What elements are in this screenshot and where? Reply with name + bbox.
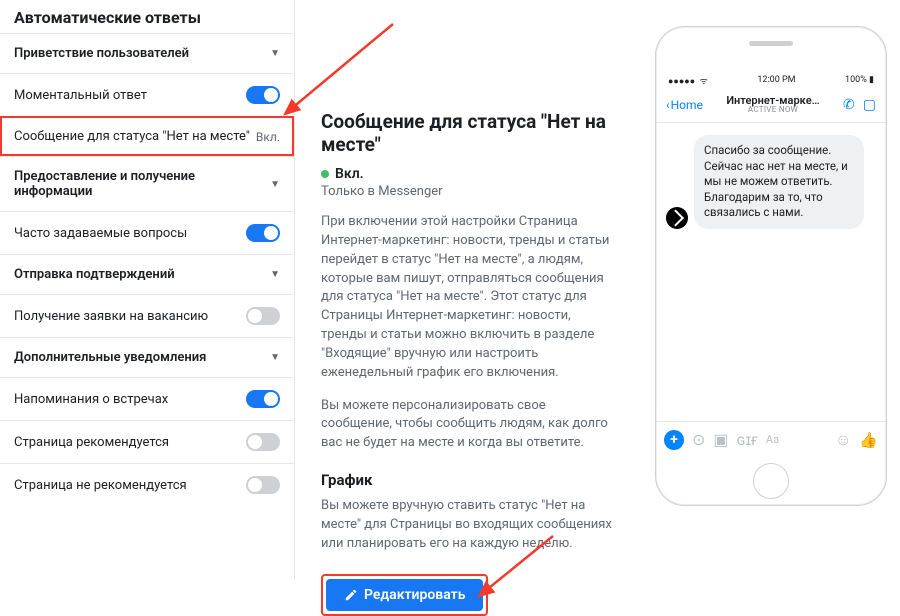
item-page-not-recommended[interactable]: Страница не рекомендуется <box>0 463 294 506</box>
pencil-icon <box>344 588 358 602</box>
speaker-icon <box>749 41 793 46</box>
signal-icon: ●●●●● ᯤ <box>668 74 708 87</box>
chevron-down-icon: ▼ <box>270 269 280 280</box>
call-icon[interactable]: ✆ <box>843 97 855 113</box>
video-icon[interactable]: ▢ <box>863 97 876 113</box>
status-text: Вкл. <box>335 166 364 182</box>
plus-icon[interactable]: + <box>664 430 684 450</box>
schedule-text: Вы можете вручную ставить статус "Нет на… <box>321 497 616 554</box>
section-notifications[interactable]: Дополнительные уведомления ▼ <box>0 337 294 377</box>
item-label: Страница не рекомендуется <box>14 478 187 493</box>
toggle-page-not-recommended[interactable] <box>246 476 280 494</box>
item-away-message[interactable]: Сообщение для статуса "Нет на месте" Вкл… <box>0 116 294 156</box>
item-label: Напоминания о встречах <box>14 392 168 407</box>
item-label: Страница рекомендуется <box>14 435 169 450</box>
toggle-instant-reply[interactable] <box>246 86 280 104</box>
toggle-job-application[interactable] <box>246 307 280 325</box>
phone-preview: ●●●●● ᯤ 12:00 PM 100% ▮ ‹ Home Интернет-… <box>655 26 887 506</box>
status-dot-icon <box>321 170 329 178</box>
phone-top-bezel <box>656 27 886 73</box>
section-label: Предоставление и получение информации <box>14 169 270 199</box>
sidebar-title: Автоматические ответы <box>0 0 294 33</box>
item-page-recommended[interactable]: Страница рекомендуется <box>0 420 294 463</box>
item-job-application[interactable]: Получение заявки на вакансию <box>0 294 294 337</box>
section-greeting[interactable]: Приветствие пользователей ▼ <box>0 33 294 73</box>
item-label: Часто задаваемые вопросы <box>14 226 187 241</box>
phone-status-bar: ●●●●● ᯤ 12:00 PM 100% ▮ <box>656 73 886 87</box>
edit-button[interactable]: Редактировать <box>326 579 483 611</box>
sidebar: Автоматические ответы Приветствие пользо… <box>0 0 295 579</box>
message-input[interactable]: Aa <box>766 433 827 446</box>
item-faq[interactable]: Часто задаваемые вопросы <box>0 211 294 254</box>
chat-footer: + ⊙ ▣ ɢɪғ Aa ☺ 👍 <box>656 421 886 457</box>
chevron-down-icon: ▼ <box>270 179 280 190</box>
item-meeting-reminders[interactable]: Напоминания о встречах <box>0 377 294 420</box>
like-icon[interactable]: 👍 <box>859 431 878 449</box>
toggle-meeting-reminders[interactable] <box>246 390 280 408</box>
item-label: Моментальный ответ <box>14 88 147 103</box>
message-bubble: Спасибо за сообщение. Сейчас нас нет на … <box>694 135 864 229</box>
camera-icon[interactable]: ⊙ <box>692 430 705 449</box>
section-confirmations[interactable]: Отправка подтверждений ▼ <box>0 254 294 294</box>
section-label: Приветствие пользователей <box>14 46 189 61</box>
section-info[interactable]: Предоставление и получение информации ▼ <box>0 156 294 211</box>
status-battery: 100% ▮ <box>845 75 874 85</box>
toggle-page-recommended[interactable] <box>246 433 280 451</box>
chevron-down-icon: ▼ <box>270 352 280 363</box>
section-label: Дополнительные уведомления <box>14 350 206 365</box>
section-label: Отправка подтверждений <box>14 267 175 282</box>
chevron-down-icon: ▼ <box>270 48 280 59</box>
schedule-heading: График <box>321 471 616 489</box>
chat-body: Спасибо за сообщение. Сейчас нас нет на … <box>656 123 886 421</box>
main-pane: Сообщение для статуса "Нет на месте" Вкл… <box>295 0 642 579</box>
item-label: Сообщение для статуса "Нет на месте" <box>14 129 250 144</box>
chat-header: ‹ Home Интернет-марке… active now ✆ ▢ <box>656 87 886 123</box>
item-state: Вкл. <box>256 130 280 144</box>
photo-icon[interactable]: ▣ <box>713 430 728 449</box>
item-label: Получение заявки на вакансию <box>14 309 208 324</box>
page-title: Сообщение для статуса "Нет на месте" <box>321 110 616 156</box>
gif-icon[interactable]: ɢɪғ <box>737 430 758 450</box>
status-row: Вкл. <box>321 166 616 182</box>
messenger-only-note: Только в Messenger <box>321 184 616 199</box>
preview-column: ●●●●● ᯤ 12:00 PM 100% ▮ ‹ Home Интернет-… <box>642 0 900 579</box>
status-time: 12:00 PM <box>757 75 795 85</box>
message-row: Спасибо за сообщение. Сейчас нас нет на … <box>666 135 876 229</box>
emoji-icon[interactable]: ☺ <box>835 430 851 450</box>
toggle-faq[interactable] <box>246 224 280 242</box>
description-1: При включении этой настройки Страница Ин… <box>321 213 616 383</box>
edit-button-highlight: Редактировать <box>321 574 488 616</box>
edit-button-label: Редактировать <box>364 587 465 603</box>
description-2: Вы можете персонализировать свое сообщен… <box>321 397 616 454</box>
chat-subtitle: active now <box>707 106 839 114</box>
item-instant-reply[interactable]: Моментальный ответ <box>0 73 294 116</box>
back-button[interactable]: ‹ Home <box>666 98 703 112</box>
avatar <box>666 207 688 229</box>
home-button-icon <box>753 463 789 499</box>
